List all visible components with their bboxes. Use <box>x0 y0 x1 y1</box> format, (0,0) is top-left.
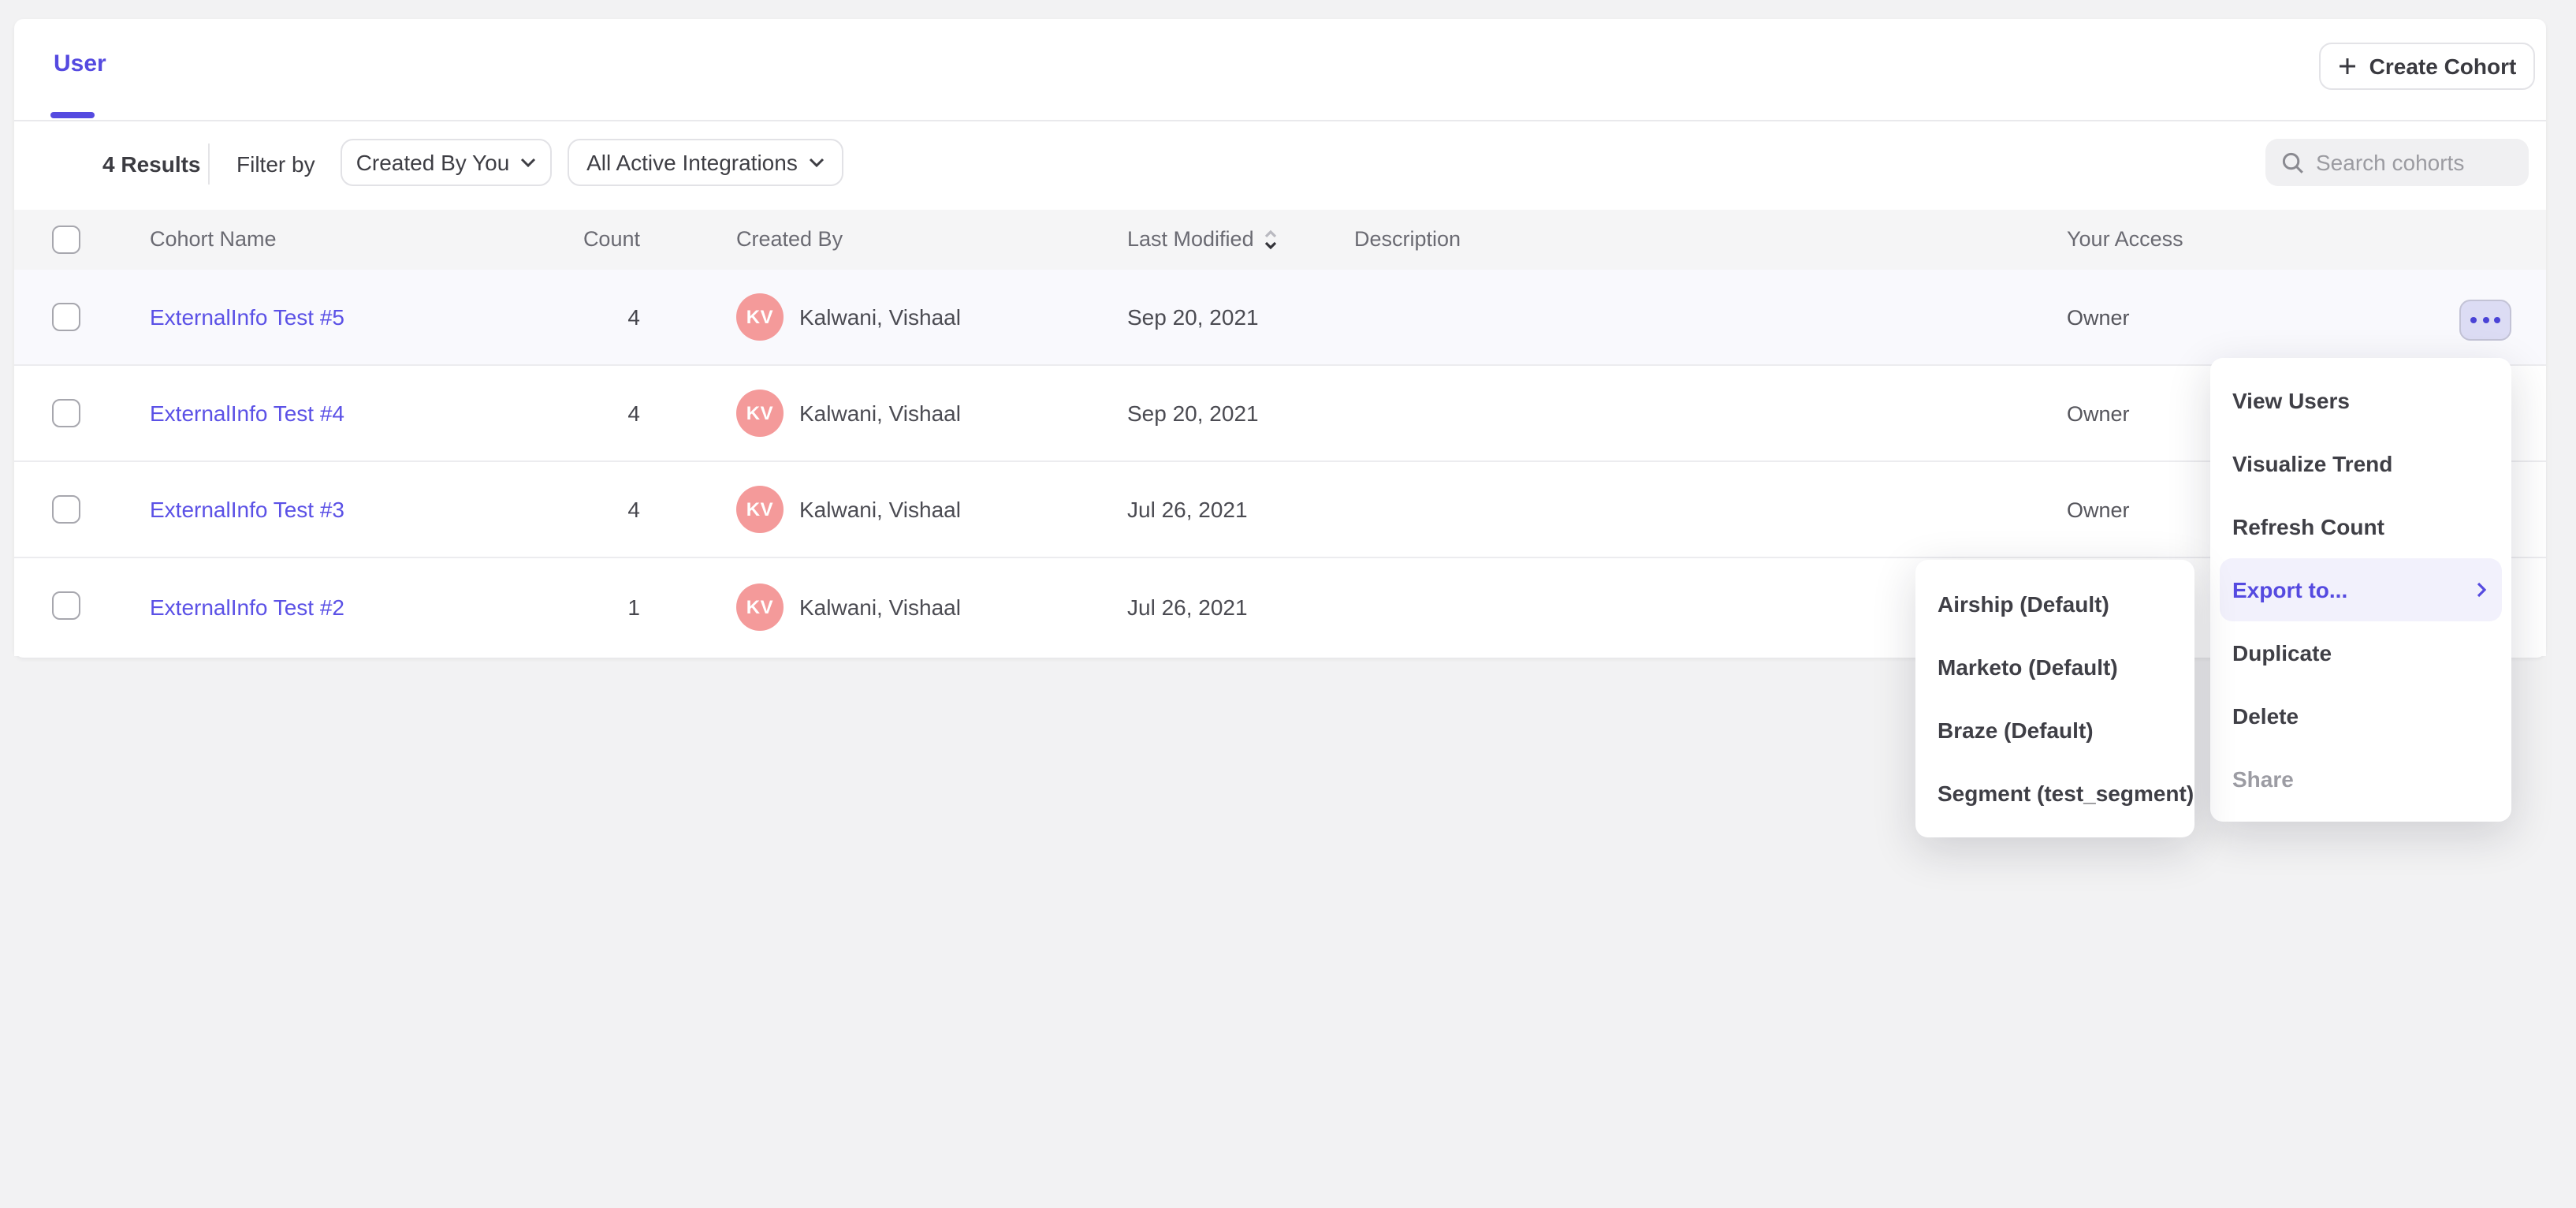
avatar: KV <box>736 486 784 533</box>
access-cell: Owner <box>2067 462 2130 557</box>
sort-desc-icon[interactable] <box>1264 228 1279 250</box>
cohort-name-link[interactable]: ExternalInfo Test #5 <box>150 270 344 364</box>
table-row: ExternalInfo Test #3 4 KV Kalwani, Visha… <box>14 462 2546 558</box>
row-checkbox[interactable] <box>52 399 80 427</box>
cohort-name-link[interactable]: ExternalInfo Test #4 <box>150 366 344 460</box>
submenu-item-braze[interactable]: Braze (Default) <box>1915 699 2194 762</box>
column-last-modified[interactable]: Last Modified <box>1127 227 1279 251</box>
export-submenu: Airship (Default) Marketo (Default) Braz… <box>1915 560 2194 837</box>
menu-item-export-to[interactable]: Export to... <box>2220 558 2502 621</box>
menu-item-refresh-count[interactable]: Refresh Count <box>2210 495 2511 558</box>
row-actions-button[interactable] <box>2459 300 2511 341</box>
access-cell: Owner <box>2067 270 2130 364</box>
last-modified-cell: Sep 20, 2021 <box>1127 270 1259 364</box>
toolbar-divider <box>208 144 210 185</box>
chevron-down-icon <box>520 158 536 167</box>
table-row: ExternalInfo Test #4 4 KV Kalwani, Visha… <box>14 366 2546 462</box>
menu-item-visualize-trend[interactable]: Visualize Trend <box>2210 432 2511 495</box>
filter-by-label: Filter by <box>236 151 315 177</box>
cohort-count: 4 <box>534 366 640 460</box>
cohorts-page: User Create Cohort 4 Results Filter by C… <box>0 0 2576 1208</box>
create-cohort-label: Create Cohort <box>2369 54 2517 79</box>
select-all-checkbox[interactable] <box>52 226 80 254</box>
create-cohort-button[interactable]: Create Cohort <box>2319 43 2535 90</box>
column-last-modified-label: Last Modified <box>1127 227 1254 251</box>
export-to-label: Export to... <box>2232 577 2347 602</box>
tab-user[interactable]: User <box>54 50 106 77</box>
submenu-item-marketo[interactable]: Marketo (Default) <box>1915 636 2194 699</box>
created-by-name: Kalwani, Vishaal <box>799 595 961 620</box>
plus-icon <box>2338 57 2357 76</box>
chevron-right-icon <box>2477 582 2486 598</box>
last-modified-cell: Jul 26, 2021 <box>1127 558 1248 656</box>
menu-item-duplicate[interactable]: Duplicate <box>2210 621 2511 684</box>
avatar: KV <box>736 583 784 631</box>
column-count[interactable]: Count <box>534 227 640 251</box>
submenu-item-segment[interactable]: Segment (test_segment) <box>1915 762 2194 825</box>
filter-integrations-label: All Active Integrations <box>586 150 798 175</box>
row-checkbox[interactable] <box>52 303 80 331</box>
column-description[interactable]: Description <box>1354 227 1461 251</box>
created-by-name: Kalwani, Vishaal <box>799 401 961 426</box>
row-checkbox[interactable] <box>52 495 80 524</box>
active-tab-indicator <box>50 112 95 118</box>
cohort-count: 4 <box>534 462 640 557</box>
last-modified-cell: Jul 26, 2021 <box>1127 462 1248 557</box>
chevron-down-icon <box>809 158 825 167</box>
avatar: KV <box>736 390 784 437</box>
cohort-name-link[interactable]: ExternalInfo Test #3 <box>150 462 344 557</box>
menu-item-delete[interactable]: Delete <box>2210 684 2511 748</box>
row-actions-menu: View Users Visualize Trend Refresh Count… <box>2210 358 2511 822</box>
table-header: Cohort Name Count Created By Last Modifi… <box>14 210 2546 270</box>
created-by-name: Kalwani, Vishaal <box>799 304 961 330</box>
column-cohort-name[interactable]: Cohort Name <box>150 227 277 251</box>
results-count: 4 Results <box>102 151 201 177</box>
filter-created-by-label: Created By You <box>356 150 510 175</box>
dots-icon <box>2470 317 2477 323</box>
search-icon <box>2281 151 2305 174</box>
cohort-count: 4 <box>534 270 640 364</box>
search-input[interactable] <box>2316 150 2513 175</box>
created-by-cell: KV Kalwani, Vishaal <box>736 558 961 656</box>
column-your-access[interactable]: Your Access <box>2067 227 2183 251</box>
created-by-cell: KV Kalwani, Vishaal <box>736 270 961 364</box>
submenu-item-airship[interactable]: Airship (Default) <box>1915 572 2194 636</box>
table-row: ExternalInfo Test #5 4 KV Kalwani, Visha… <box>14 270 2546 366</box>
search-cohorts-box[interactable] <box>2265 139 2529 186</box>
created-by-cell: KV Kalwani, Vishaal <box>736 366 961 460</box>
cohort-count: 1 <box>534 558 640 656</box>
row-checkbox[interactable] <box>52 591 80 620</box>
filter-created-by-dropdown[interactable]: Created By You <box>341 139 552 186</box>
created-by-name: Kalwani, Vishaal <box>799 497 961 522</box>
column-created-by[interactable]: Created By <box>736 227 843 251</box>
last-modified-cell: Sep 20, 2021 <box>1127 366 1259 460</box>
created-by-cell: KV Kalwani, Vishaal <box>736 462 961 557</box>
avatar: KV <box>736 293 784 341</box>
menu-item-share: Share <box>2210 748 2511 811</box>
menu-item-view-users[interactable]: View Users <box>2210 369 2511 432</box>
tabbar-divider <box>14 120 2546 121</box>
access-cell: Owner <box>2067 366 2130 460</box>
filter-integrations-dropdown[interactable]: All Active Integrations <box>568 139 843 186</box>
cohort-name-link[interactable]: ExternalInfo Test #2 <box>150 558 344 656</box>
